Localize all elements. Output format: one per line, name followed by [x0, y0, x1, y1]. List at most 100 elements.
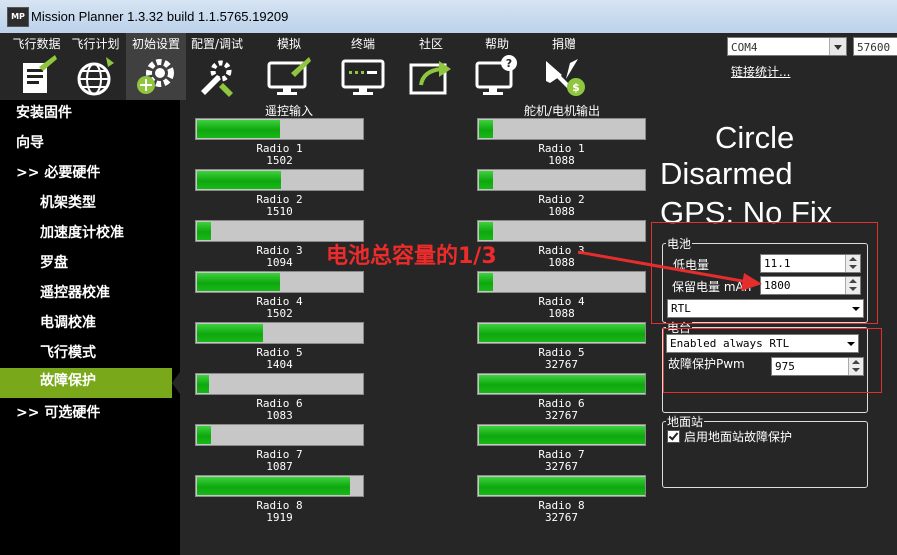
radio-in-title: 遥控输入 — [264, 104, 313, 118]
toolbar-label: 飞行数据 — [12, 37, 61, 51]
svg-text:?: ? — [506, 57, 512, 70]
sidebar-item-failsafe[interactable]: 故障保护 — [0, 368, 172, 398]
sidebar-item-accel-calibration[interactable]: 加速度计校准 — [0, 220, 180, 250]
radio-in-channel-value: 1087 — [266, 460, 293, 473]
servo-out-bar-fill — [479, 120, 493, 138]
toolbar-flight-data[interactable]: 飞行数据 — [8, 33, 65, 100]
radio-in-bar-fill — [197, 171, 281, 189]
flight-plan-globe-icon — [77, 57, 114, 96]
radio-in-channel-value: 1510 — [266, 205, 293, 218]
radio-in-bar-fill — [197, 426, 211, 444]
servo-out-channel-value: 1088 — [548, 256, 575, 269]
servo-out-channel-value: 32767 — [544, 409, 579, 422]
chevron-down-icon — [829, 38, 846, 55]
toolbar-label: 终端 — [350, 37, 375, 51]
radio-in-channel-value: 1083 — [266, 409, 293, 422]
baud-select[interactable]: 57600 — [853, 37, 897, 56]
servo-out-channel-value: 1088 — [548, 205, 575, 218]
radio-in-bar-2 — [195, 169, 364, 191]
radio-in-bar-8 — [195, 475, 364, 497]
link-stats-link[interactable]: 链接统计... — [731, 63, 790, 80]
servo-out-bar-6 — [477, 373, 646, 395]
servo-out-bar-fill — [479, 273, 493, 291]
servo-out-bar-fill — [479, 375, 645, 393]
sidebar-item-wizard[interactable]: 向导 — [0, 130, 180, 160]
sidebar-item-esc-calibration[interactable]: 电调校准 — [0, 310, 180, 340]
servo-out-channel-value: 32767 — [544, 511, 579, 524]
radio-in-channel-value: 1919 — [266, 511, 293, 524]
toolbar-label: 帮助 — [484, 37, 509, 51]
radio-in-bar-6 — [195, 373, 364, 395]
toolbar-community[interactable]: 社区 — [400, 33, 462, 100]
config-tuning-wrench-icon — [201, 60, 233, 97]
servo-out-bar-8 — [477, 475, 646, 497]
toolbar-label: 捐赠 — [551, 37, 576, 51]
sidebar-item-radio-calibration[interactable]: 遥控器校准 — [0, 280, 180, 310]
servo-out-channel-value: 32767 — [544, 460, 579, 473]
sidebar: 安装固件 向导 >> 必要硬件 机架类型 加速度计校准 罗盘 遥控器校准 电调校… — [0, 100, 180, 555]
toolbar-label: 社区 — [418, 37, 443, 51]
app-logo-icon: MP — [7, 7, 29, 27]
toolbar-simulation[interactable]: 模拟 — [254, 33, 324, 100]
sidebar-item-optional-hardware[interactable]: >> 可选硬件 — [0, 400, 180, 430]
svg-text:$: $ — [572, 81, 580, 94]
radio-in-bar-7 — [195, 424, 364, 446]
radio-in-bar-fill — [197, 375, 209, 393]
flight-data-icon — [22, 55, 57, 93]
annotation-box-radio — [663, 328, 882, 393]
radio-in-channel-value: 1404 — [266, 358, 293, 371]
servo-out-bar-fill — [479, 477, 645, 495]
toolbar-flight-plan[interactable]: 飞行计划 — [65, 33, 126, 100]
radio-in-bar-4 — [195, 271, 364, 293]
arm-status: Disarmed — [660, 156, 793, 191]
radio-in-bar-1 — [195, 118, 364, 140]
servo-out-bar-fill — [479, 426, 645, 444]
baud-value: 57600 — [857, 41, 891, 54]
sidebar-item-frame-type[interactable]: 机架类型 — [0, 190, 180, 220]
toolbar-label: 初始设置 — [131, 37, 180, 51]
servo-out-bar-7 — [477, 424, 646, 446]
radio-in-bar-fill — [197, 222, 211, 240]
toolbar-donate[interactable]: 捐赠 $ — [533, 33, 595, 100]
radio-in-bar-fill — [197, 477, 350, 495]
annotation-text: 电池总容量的1/3 — [326, 244, 497, 269]
toolbar-terminal[interactable]: 终端 — [333, 33, 393, 100]
terminal-icon — [341, 59, 385, 95]
toolbar-initial-setup[interactable]: 初始设置 — [126, 33, 186, 100]
main-toolbar: 飞行数据 飞行计划 初始设置 配置/调试 模拟 终端 社区 帮助 ? 捐赠 $ … — [0, 33, 897, 100]
servo-out-channel-value: 32767 — [544, 358, 579, 371]
servo-out-bar-5 — [477, 322, 646, 344]
help-monitor-icon: ? — [475, 55, 517, 95]
servo-out-bar-2 — [477, 169, 646, 191]
toolbar-label: 模拟 — [276, 37, 301, 51]
toolbar-help[interactable]: 帮助 ? — [466, 33, 528, 100]
servo-out-title: 舵机/电机输出 — [523, 104, 601, 118]
radio-in-bar-fill — [197, 273, 280, 291]
donate-plane-icon: $ — [546, 59, 585, 96]
port-value: COM4 — [731, 41, 758, 54]
flight-mode-status: Circle — [715, 120, 795, 155]
sidebar-item-mandatory-hardware[interactable]: >> 必要硬件 — [0, 160, 180, 190]
radio-in-channel-value: 1502 — [266, 307, 293, 320]
initial-setup-gear-icon — [137, 59, 174, 94]
toolbar-label: 配置/调试 — [190, 37, 244, 51]
window-title: Mission Planner 1.3.32 build 1.1.5765.19… — [31, 9, 289, 24]
servo-out-bar-fill — [479, 324, 645, 342]
sidebar-item-compass[interactable]: 罗盘 — [0, 250, 180, 280]
servo-out-bar-4 — [477, 271, 646, 293]
title-bar: MP Mission Planner 1.3.32 build 1.1.5765… — [0, 0, 897, 33]
radio-in-bar-fill — [197, 324, 263, 342]
sidebar-item-flight-modes[interactable]: 飞行模式 — [0, 340, 180, 370]
community-share-icon — [409, 61, 451, 95]
radio-in-channel-value: 1502 — [266, 154, 293, 167]
port-select[interactable]: COM4 — [727, 37, 847, 56]
simulation-monitor-icon — [267, 57, 311, 95]
servo-out-bar-1 — [477, 118, 646, 140]
annotation-box-battery — [651, 222, 878, 324]
toolbar-config-tuning[interactable]: 配置/调试 — [186, 33, 248, 100]
gcs-failsafe-checkbox[interactable] — [667, 430, 680, 443]
gcs-failsafe-label: 启用地面站故障保护 — [684, 430, 793, 444]
radio-in-bar-fill — [197, 120, 280, 138]
sidebar-item-install-firmware[interactable]: 安装固件 — [0, 100, 180, 130]
toolbar-label: 飞行计划 — [71, 37, 120, 51]
